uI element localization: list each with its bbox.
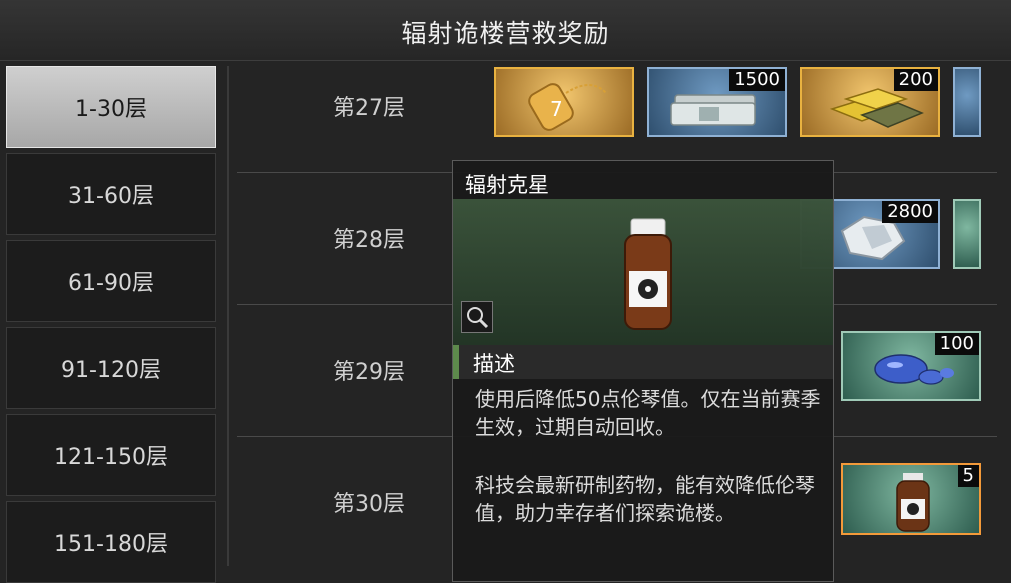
description-header: 描述 bbox=[453, 345, 833, 379]
tab-121-150[interactable]: 121-150层 bbox=[6, 414, 216, 496]
magnifier-button[interactable] bbox=[461, 301, 493, 333]
divider bbox=[227, 66, 229, 566]
tab-61-90[interactable]: 61-90层 bbox=[6, 240, 216, 322]
reward-item-dog-tag[interactable]: 7 bbox=[494, 67, 634, 137]
reward-item-blue-gel[interactable]: 100 bbox=[841, 331, 981, 401]
reward-item-partial[interactable] bbox=[953, 199, 981, 269]
medicine-bottle-icon bbox=[624, 218, 672, 330]
item-tooltip: 辐射克星 描述 使用后降低50点伦琴值。仅在当前赛季生效，过期自动回收。 科技会… bbox=[452, 160, 834, 582]
item-count: 2800 bbox=[882, 201, 938, 223]
item-count: 100 bbox=[934, 333, 979, 355]
reward-row-27: 第27层 7 1500 200 bbox=[237, 40, 997, 173]
description-title: 描述 bbox=[473, 352, 515, 376]
reward-item-cash[interactable]: 1500 bbox=[647, 67, 787, 137]
reward-item-partial[interactable] bbox=[953, 67, 981, 137]
floor-label: 第30层 bbox=[333, 492, 405, 517]
tab-31-60[interactable]: 31-60层 bbox=[6, 153, 216, 235]
reward-item-gold-bars[interactable]: 200 bbox=[800, 67, 940, 137]
reward-item-radiation-bottle[interactable]: 5 bbox=[841, 463, 981, 535]
description-text-2: 科技会最新研制药物，能有效降低伦琴值，助力幸存者们探索诡楼。 bbox=[475, 473, 815, 525]
dog-tag-icon: 7 bbox=[528, 83, 607, 131]
magnifier-icon bbox=[467, 307, 489, 329]
floor-label: 第29层 bbox=[333, 360, 405, 385]
item-count: 5 bbox=[957, 465, 979, 487]
item-count: 1500 bbox=[729, 69, 785, 91]
item-count: 200 bbox=[893, 69, 938, 91]
description-text-1: 使用后降低50点伦琴值。仅在当前赛季生效，过期自动回收。 bbox=[475, 387, 821, 439]
svg-text:7: 7 bbox=[550, 97, 563, 121]
tab-1-30[interactable]: 1-30层 bbox=[6, 66, 216, 148]
tooltip-title: 辐射克星 bbox=[465, 173, 549, 197]
tooltip-preview bbox=[453, 199, 833, 347]
floor-label: 第28层 bbox=[333, 228, 405, 253]
tab-151-180[interactable]: 151-180层 bbox=[6, 501, 216, 583]
tab-91-120[interactable]: 91-120层 bbox=[6, 327, 216, 409]
floor-label: 第27层 bbox=[333, 96, 405, 121]
